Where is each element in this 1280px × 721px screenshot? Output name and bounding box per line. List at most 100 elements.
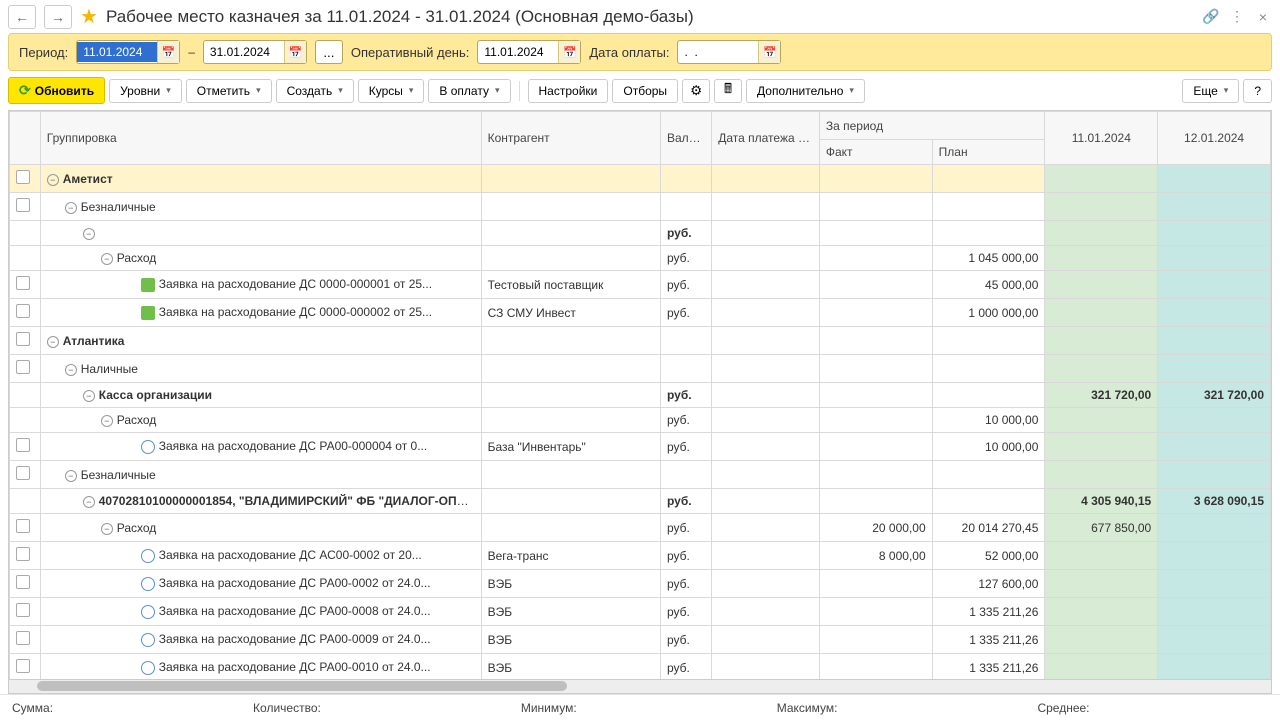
row-checkbox[interactable] xyxy=(16,631,30,645)
operday-field[interactable]: 📅 xyxy=(477,40,581,64)
col-fact[interactable]: Факт xyxy=(819,140,932,165)
table-row[interactable]: −40702810100000001854, "ВЛАДИМИРСКИЙ" ФБ… xyxy=(10,489,1271,514)
col-group[interactable]: Группировка xyxy=(40,112,481,165)
row-checkbox[interactable] xyxy=(16,466,30,480)
tree-toggle-icon[interactable]: − xyxy=(65,364,77,376)
document-icon xyxy=(141,306,155,320)
row-checkbox[interactable] xyxy=(16,332,30,346)
cell-date2 xyxy=(1158,433,1271,461)
menu-icon[interactable]: ⋮ xyxy=(1228,8,1246,26)
table-row[interactable]: −руб. xyxy=(10,221,1271,246)
separator xyxy=(519,81,520,101)
calendar-icon[interactable]: 📅 xyxy=(284,41,306,63)
mark-button[interactable]: Отметить xyxy=(186,79,272,103)
table-row[interactable]: −Касса организациируб.321 720,00321 720,… xyxy=(10,383,1271,408)
table-row[interactable]: Заявка на расходование ДС 0000-000002 от… xyxy=(10,299,1271,327)
table-row[interactable]: Заявка на расходование ДС РА00-0010 от 2… xyxy=(10,654,1271,681)
tree-toggle-icon[interactable]: − xyxy=(47,174,59,186)
help-button[interactable]: ? xyxy=(1243,79,1272,103)
calendar-icon[interactable]: 📅 xyxy=(758,41,780,63)
col-currency[interactable]: Валюта xyxy=(660,112,711,165)
tree-toggle-icon[interactable]: − xyxy=(101,523,113,535)
still-button[interactable]: Еще xyxy=(1182,79,1239,103)
table-row[interactable]: −Безналичные xyxy=(10,193,1271,221)
table-row[interactable]: −Расходруб.10 000,00 xyxy=(10,408,1271,433)
data-grid[interactable]: Группировка Контрагент Валюта Дата плате… xyxy=(8,110,1272,680)
col-plan[interactable]: План xyxy=(932,140,1045,165)
table-row[interactable]: Заявка на расходование ДС РА00-0009 от 2… xyxy=(10,626,1271,654)
settings-button[interactable]: Настройки xyxy=(528,79,609,103)
cell-plan xyxy=(932,193,1045,221)
row-checkbox[interactable] xyxy=(16,659,30,673)
col-d2[interactable]: 12.01.2024 xyxy=(1158,112,1271,165)
col-duedate[interactable]: Дата платежа крайняя xyxy=(712,112,820,165)
cell-currency: руб. xyxy=(660,408,711,433)
period-to-input[interactable] xyxy=(204,42,284,62)
rates-button[interactable]: Курсы xyxy=(358,79,425,103)
filters-button[interactable]: Отборы xyxy=(612,79,678,103)
tree-toggle-icon[interactable]: − xyxy=(83,496,95,508)
row-checkbox[interactable] xyxy=(16,547,30,561)
col-d1[interactable]: 11.01.2024 xyxy=(1045,112,1158,165)
config-icon-button[interactable]: ⚙ xyxy=(682,79,710,103)
cell-agent xyxy=(481,355,660,383)
tree-toggle-icon[interactable]: − xyxy=(83,390,95,402)
close-icon[interactable]: × xyxy=(1254,8,1272,26)
row-checkbox[interactable] xyxy=(16,603,30,617)
period-from-field[interactable]: 📅 xyxy=(76,40,180,64)
more-button[interactable]: Дополнительно xyxy=(746,79,865,103)
table-row[interactable]: Заявка на расходование ДС АС00-0002 от 2… xyxy=(10,542,1271,570)
row-checkbox[interactable] xyxy=(16,304,30,318)
table-row[interactable]: Заявка на расходование ДС РА00-000004 от… xyxy=(10,433,1271,461)
col-period[interactable]: За период xyxy=(819,112,1045,140)
tree-toggle-icon[interactable]: − xyxy=(83,228,95,240)
table-row[interactable]: Заявка на расходование ДС РА00-0008 от 2… xyxy=(10,598,1271,626)
table-row[interactable]: −Наличные xyxy=(10,355,1271,383)
tree-toggle-icon[interactable]: − xyxy=(65,470,77,482)
row-checkbox[interactable] xyxy=(16,170,30,184)
calc-icon-button[interactable]: 🖩 xyxy=(714,79,742,103)
refresh-button[interactable]: ⟳Обновить xyxy=(8,77,105,104)
tree-toggle-icon[interactable]: − xyxy=(101,253,113,265)
row-checkbox[interactable] xyxy=(16,438,30,452)
levels-button[interactable]: Уровни xyxy=(109,79,182,103)
horizontal-scrollbar[interactable] xyxy=(8,680,1272,694)
forward-button[interactable]: → xyxy=(44,5,72,29)
operday-label: Оперативный день: xyxy=(351,45,469,60)
link-icon[interactable]: 🔗 xyxy=(1202,8,1220,26)
tree-toggle-icon[interactable]: − xyxy=(65,202,77,214)
table-row[interactable]: −Безналичные xyxy=(10,461,1271,489)
period-select-button[interactable]: ... xyxy=(315,40,343,64)
table-row[interactable]: −Аметист xyxy=(10,165,1271,193)
col-checkbox[interactable] xyxy=(10,112,41,165)
row-label: 40702810100000001854, "ВЛАДИМИРСКИЙ" ФБ … xyxy=(99,494,480,508)
cell-date1 xyxy=(1045,246,1158,271)
row-checkbox[interactable] xyxy=(16,519,30,533)
calendar-icon[interactable]: 📅 xyxy=(157,41,179,63)
calendar-icon[interactable]: 📅 xyxy=(558,41,580,63)
row-checkbox[interactable] xyxy=(16,198,30,212)
period-from-input[interactable] xyxy=(77,42,157,62)
paydate-input[interactable] xyxy=(678,42,758,62)
tree-toggle-icon[interactable]: − xyxy=(47,336,59,348)
col-agent[interactable]: Контрагент xyxy=(481,112,660,165)
period-to-field[interactable]: 📅 xyxy=(203,40,307,64)
row-checkbox[interactable] xyxy=(16,575,30,589)
back-button[interactable]: ← xyxy=(8,5,36,29)
cell-date2 xyxy=(1158,408,1271,433)
cell-currency: руб. xyxy=(660,299,711,327)
row-label: Заявка на расходование ДС 0000-000001 от… xyxy=(159,277,432,291)
create-button[interactable]: Создать xyxy=(276,79,354,103)
table-row[interactable]: Заявка на расходование ДС 0000-000001 от… xyxy=(10,271,1271,299)
table-row[interactable]: −Атлантика xyxy=(10,327,1271,355)
table-row[interactable]: −Расходруб.20 000,0020 014 270,45677 850… xyxy=(10,514,1271,542)
table-row[interactable]: Заявка на расходование ДС РА00-0002 от 2… xyxy=(10,570,1271,598)
to-pay-button[interactable]: В оплату xyxy=(428,79,510,103)
row-checkbox[interactable] xyxy=(16,360,30,374)
table-row[interactable]: −Расходруб.1 045 000,00 xyxy=(10,246,1271,271)
operday-input[interactable] xyxy=(478,42,558,62)
paydate-field[interactable]: 📅 xyxy=(677,40,781,64)
tree-toggle-icon[interactable]: − xyxy=(101,415,113,427)
favorite-icon[interactable]: ★ xyxy=(80,4,98,29)
row-checkbox[interactable] xyxy=(16,276,30,290)
